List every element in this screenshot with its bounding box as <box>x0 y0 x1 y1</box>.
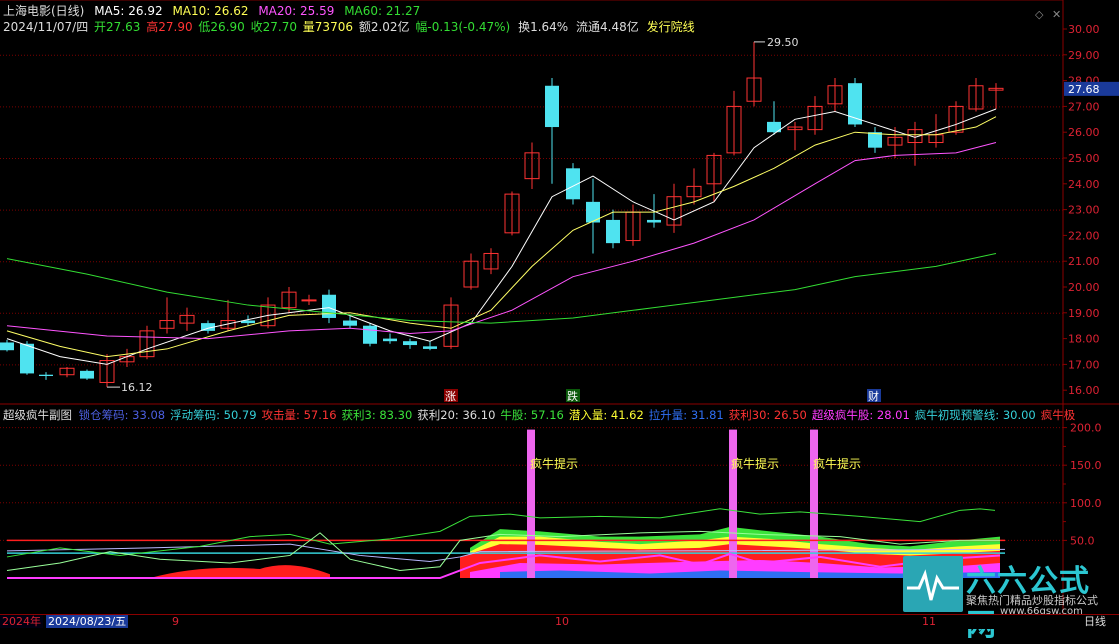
price-tick-label: 30.00 <box>1068 23 1100 36</box>
ma60-line <box>6 252 997 324</box>
signal-pillar-3 <box>810 429 818 578</box>
candle-body-down <box>39 374 53 377</box>
sub-tick-label: 200.0 <box>1070 422 1102 435</box>
price-tick-label: 25.00 <box>1068 152 1100 165</box>
price-tick-label: 18.00 <box>1068 333 1100 346</box>
candle-body-down <box>80 370 94 379</box>
candle-body-down <box>322 294 336 318</box>
chart-annotations: 29.50 16.12 涨 跌 财 <box>107 36 881 403</box>
timeline-bar[interactable]: 2024年 2024/08/23/五 9 10 11 日线 <box>0 614 1119 629</box>
price-tick-label: 24.00 <box>1068 178 1100 191</box>
timeline-period[interactable]: 日线 <box>1082 615 1108 628</box>
candle-body-up <box>301 299 317 302</box>
marker-die: 跌 <box>567 389 578 403</box>
ma20-line <box>6 142 997 340</box>
signal-text-3: 疯牛提示 <box>813 456 861 471</box>
candle-body-down <box>545 85 559 128</box>
candle-body-down <box>868 132 882 148</box>
timeline-month-11: 11 <box>922 615 936 628</box>
marker-zhang: 涨 <box>445 390 456 403</box>
low-price-label: 16.12 <box>121 381 153 394</box>
price-tick-label: 17.00 <box>1068 358 1100 371</box>
candle-body-down <box>647 219 661 223</box>
current-price-label: 27.68 <box>1068 83 1100 96</box>
sub-tick-label: 150.0 <box>1070 459 1102 472</box>
signal-text-1: 疯牛提示 <box>530 456 578 471</box>
candle-body-down <box>343 320 357 326</box>
timeline-cursor-date[interactable]: 2024/08/23/五 <box>46 615 129 628</box>
candlestick-series <box>0 41 1004 388</box>
brand-logo-icon <box>903 556 963 612</box>
indicator-bands <box>150 429 1000 578</box>
price-tick-label: 23.00 <box>1068 204 1100 217</box>
price-axis: 30.0029.0028.0027.0026.0025.0024.0023.00… <box>1063 23 1119 397</box>
sub-tick-label: 50.0 <box>1070 534 1095 547</box>
candle-body-down <box>423 346 437 349</box>
price-tick-label: 29.00 <box>1068 49 1100 62</box>
candle-body-down <box>606 219 620 244</box>
timeline-month-9: 9 <box>172 615 179 628</box>
timeline-year: 2024年 <box>0 615 43 628</box>
price-tick-label: 20.00 <box>1068 281 1100 294</box>
candle-body-down <box>0 342 14 351</box>
price-grid <box>0 0 1119 405</box>
price-tick-label: 26.00 <box>1068 126 1100 139</box>
price-tick-label: 16.00 <box>1068 384 1100 397</box>
price-tick-label: 22.00 <box>1068 229 1100 242</box>
timeline-month-10: 10 <box>555 615 569 628</box>
marker-cai: 财 <box>868 389 879 403</box>
sub-tick-label: 100.0 <box>1070 497 1102 510</box>
candle-body-down <box>383 338 397 342</box>
candlestick-chart[interactable]: 30.0029.0028.0027.0026.0025.0024.0023.00… <box>0 0 1119 405</box>
high-price-label: 29.50 <box>767 36 799 49</box>
ma10-line <box>6 116 997 358</box>
ma5-line <box>6 108 997 365</box>
attack-volume-band <box>150 565 330 578</box>
candle-body-down <box>363 325 377 344</box>
moving-average-lines <box>6 108 997 365</box>
signal-text-2: 疯牛提示 <box>731 456 779 471</box>
price-tick-label: 21.00 <box>1068 255 1100 268</box>
indicator-axis: 200.0 150.0 100.0 50.0 <box>1063 422 1102 547</box>
candle-body-down <box>20 343 34 374</box>
candle-body-down <box>403 341 417 346</box>
price-tick-label: 19.00 <box>1068 307 1100 320</box>
price-tick-label: 27.00 <box>1068 100 1100 113</box>
